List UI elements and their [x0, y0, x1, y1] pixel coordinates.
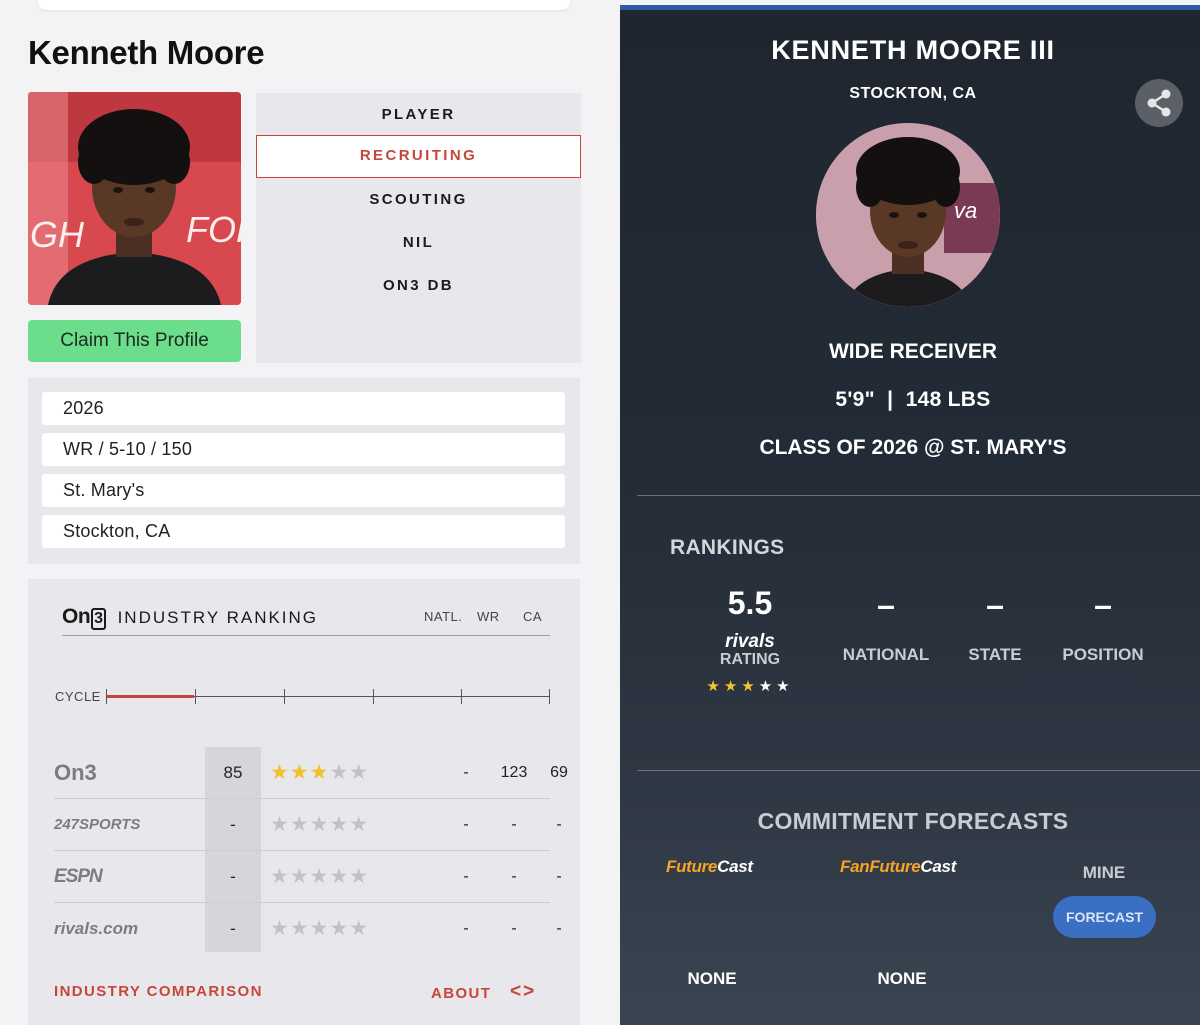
247sports-natl-rank: - [463, 816, 469, 833]
about-link[interactable]: ABOUT [431, 985, 491, 1002]
on3-score: 85 [223, 763, 243, 782]
player-name: Kenneth Moore [28, 34, 265, 71]
player-avatar: va [816, 123, 1000, 307]
247sports-stars: ★★★★★ [270, 813, 370, 836]
cycle-label: CYCLE [55, 689, 101, 704]
rivals-height-weight: 5'9" | 148 LBS [835, 388, 991, 411]
tab-scouting[interactable]: SCOUTING [256, 180, 581, 220]
header-divider [62, 635, 550, 636]
on3-position-rank: 123 [500, 764, 528, 781]
rivals-score: - [230, 919, 236, 938]
cycle-tick [195, 689, 196, 704]
player-info-box: 2026 WR / 5-10 / 150 St. Mary's Stockton… [28, 378, 580, 564]
rating-label: RATING [719, 651, 781, 668]
rankings-title: RANKINGS [670, 536, 785, 559]
info-position-size: WR / 5-10 / 150 [42, 433, 565, 466]
cycle-tick [106, 689, 107, 704]
section-divider [637, 770, 1200, 771]
commitment-forecasts-title: COMMITMENT FORECASTS [757, 808, 1069, 834]
rivals-brand-logo: rivals [725, 631, 775, 652]
top-accent-bar [620, 5, 1200, 10]
share-icon[interactable] [1135, 79, 1183, 127]
on3-logo: On 3 [62, 605, 106, 630]
col-head-natl: NATL. [424, 609, 463, 624]
futurecast-logo: FutureCast [666, 857, 753, 876]
247sports-score: - [230, 815, 236, 834]
247sports-position-rank: - [511, 816, 517, 833]
svg-text:FOR: FOR [186, 209, 241, 250]
ranking-row-rivals: rivals.com - ★★★★★ - - - [54, 903, 562, 955]
fanfuturecast-none: NONE [877, 969, 927, 988]
rivals-natl-rank: - [463, 920, 469, 937]
fanfuturecast-logo: FanFutureCast [840, 857, 957, 876]
ranking-header: On 3 INDUSTRY RANKING [62, 605, 318, 630]
rivals-position: WIDE RECEIVER [828, 340, 998, 363]
on3-state-rank: 69 [550, 764, 568, 781]
ranking-row-espn: ESPN - ★★★★★ - - - [54, 851, 562, 903]
info-school: St. Mary's [42, 474, 565, 507]
espn-position-rank: - [511, 868, 517, 885]
espn-state-rank: - [556, 868, 562, 885]
tab-on3-db[interactable]: ON3 DB [256, 266, 581, 306]
state-rank-label: STATE [968, 645, 1022, 664]
rivals-state-rank: - [556, 920, 562, 937]
industry-ranking-box: On 3 INDUSTRY RANKING NATL. WR CA CYCLE O… [28, 579, 580, 1025]
cycle-tick [373, 689, 374, 704]
forecast-button[interactable]: FORECAST [1053, 896, 1156, 938]
national-rank-value: – [877, 587, 895, 623]
on3-source-logo: On3 [54, 760, 97, 785]
on3-profile-panel: Kenneth Moore GH FOR Claim This Profile … [0, 0, 620, 1025]
national-rank-label: NATIONAL [842, 645, 930, 664]
espn-score: - [230, 867, 236, 886]
top-card-edge [38, 0, 570, 10]
rivals-class-school: CLASS OF 2026 @ ST. MARY'S [759, 436, 1067, 459]
industry-comparison-link[interactable]: INDUSTRY COMPARISON [54, 983, 263, 1000]
rivals-player-name: KENNETH MOORE III [771, 35, 1055, 65]
247sports-logo: 247SPORTS [54, 816, 141, 833]
tab-nil[interactable]: NIL [256, 223, 581, 263]
position-rank-label: POSITION [1062, 645, 1144, 664]
espn-logo: ESPN [54, 866, 103, 887]
cycle-progress [106, 695, 194, 698]
ranking-row-on3: On3 85 ★★★★★ - 123 69 [54, 747, 568, 799]
player-photo: GH FOR [28, 92, 241, 305]
mine-label: MINE [1082, 863, 1126, 882]
profile-tabs: PLAYER RECRUITING SCOUTING NIL ON3 DB [256, 93, 581, 363]
cycle-tick [284, 689, 285, 704]
claim-profile-button[interactable]: Claim This Profile [28, 320, 241, 362]
rivals-logo: rivals.com [54, 919, 139, 938]
col-head-position: WR [477, 609, 500, 624]
espn-stars: ★★★★★ [270, 865, 370, 888]
espn-natl-rank: - [463, 868, 469, 885]
state-rank-value: – [986, 587, 1004, 623]
247sports-state-rank: - [556, 816, 562, 833]
tab-player[interactable]: PLAYER [256, 95, 581, 135]
svg-text:va: va [954, 198, 977, 223]
rivals-hometown: STOCKTON, CA [849, 85, 977, 102]
rivals-profile-panel: KENNETH MOORE III STOCKTON, CA va WIDE R… [620, 5, 1200, 1025]
ranking-row-247sports: 247SPORTS - ★★★★★ - - - [54, 799, 562, 851]
ranking-title: INDUSTRY RANKING [117, 607, 319, 627]
rivals-position-rank: - [511, 920, 517, 937]
section-divider [637, 495, 1200, 496]
on3-natl-rank: - [463, 764, 469, 781]
info-class-year: 2026 [42, 392, 565, 425]
futurecast-none: NONE [687, 969, 737, 988]
info-hometown: Stockton, CA [42, 515, 565, 548]
cycle-tick [461, 689, 462, 704]
svg-text:GH: GH [30, 214, 85, 255]
position-rank-value: – [1094, 587, 1112, 623]
on3-stars: ★★★★★ [270, 761, 370, 784]
cycle-tick [549, 689, 550, 704]
rivals-rating-value: 5.5 [727, 585, 773, 621]
tab-recruiting[interactable]: RECRUITING [256, 135, 581, 178]
rivals-rating-stars: ★★★★★ [706, 678, 794, 695]
col-head-state: CA [523, 609, 543, 624]
rivals-stars: ★★★★★ [270, 917, 370, 940]
code-arrows-icon[interactable]: <> [510, 981, 536, 1003]
